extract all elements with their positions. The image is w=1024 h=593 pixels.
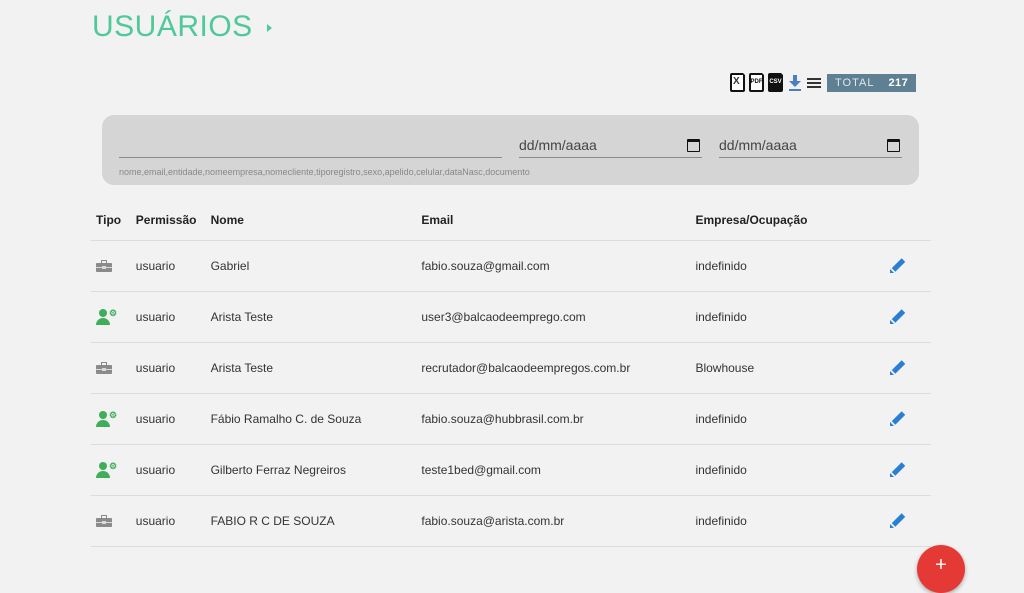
date-from-input[interactable]: dd/mm/aaaa (519, 133, 702, 158)
cell-permissao: usuario (135, 444, 211, 496)
date-to-input[interactable]: dd/mm/aaaa (719, 133, 902, 158)
header-email[interactable]: Email (421, 200, 696, 241)
edit-icon[interactable] (889, 308, 907, 326)
date-to-placeholder: dd/mm/aaaa (719, 137, 797, 153)
total-value: 217 (888, 76, 909, 89)
table-row[interactable]: ⚙ usuario Gilberto Ferraz Negreiros teste1b… (91, 444, 931, 496)
edit-icon[interactable] (889, 410, 907, 428)
cell-nome: Arista Teste (210, 342, 422, 394)
cell-permissao: usuario (135, 240, 211, 292)
cell-email: fabio.souza@hubbrasil.com.br (421, 393, 696, 445)
header-empresa[interactable]: Empresa/Ocupação (695, 200, 890, 241)
edit-icon[interactable] (889, 512, 907, 530)
person-icon: ⚙ (96, 462, 117, 478)
cell-email: user3@balcaodeemprego.com (421, 291, 696, 343)
calendar-icon[interactable] (887, 138, 900, 152)
cell-nome: Gabriel (210, 240, 422, 292)
cell-actions (889, 291, 931, 343)
table-row[interactable]: usuario Arista Teste recrutador@balcaodeem… (91, 342, 931, 394)
cell-empresa: indefinido (695, 240, 890, 292)
cell-tipo (91, 240, 136, 292)
table-row[interactable]: ⚙ usuario Arista Teste user3@balcaodeempreg… (91, 291, 931, 343)
cell-tipo (91, 495, 136, 547)
cell-tipo: ⚙ (91, 393, 136, 445)
header-tipo[interactable]: Tipo (91, 200, 136, 241)
users-table: Tipo Permissão Nome Email Empresa/Ocupaç… (91, 200, 931, 547)
briefcase-icon (96, 260, 112, 272)
cell-email: teste1bed@gmail.com (421, 444, 696, 496)
table-header-row: Tipo Permissão Nome Email Empresa/Ocupaç… (91, 200, 931, 241)
filter-panel: dd/mm/aaaa dd/mm/aaaa nome,email,entidad… (102, 115, 919, 185)
search-input[interactable] (119, 133, 502, 158)
page-header: USUÁRIOS (92, 10, 272, 44)
cell-permissao: usuario (135, 393, 211, 445)
edit-icon[interactable] (889, 461, 907, 479)
cell-email: fabio.souza@arista.com.br (421, 495, 696, 547)
cell-actions (889, 240, 931, 292)
person-icon: ⚙ (96, 309, 117, 325)
edit-icon[interactable] (889, 359, 907, 377)
cell-tipo: ⚙ (91, 444, 136, 496)
header-actions (889, 200, 931, 241)
pdf-export-icon[interactable]: PDF (749, 71, 766, 92)
cell-empresa: indefinido (695, 444, 890, 496)
add-user-button[interactable]: + (917, 545, 965, 593)
search-hint: nome,email,entidade,nomeempresa,nomeclie… (119, 167, 530, 177)
download-icon[interactable] (789, 74, 801, 92)
calendar-icon[interactable] (687, 138, 700, 152)
cell-nome: Arista Teste (210, 291, 422, 343)
total-badge: TOTAL 217 (827, 73, 917, 92)
export-toolbar: X PDF CSV TOTAL 217 (730, 71, 917, 92)
cell-empresa: Blowhouse (695, 342, 890, 394)
cell-email: fabio.souza@gmail.com (421, 240, 696, 292)
briefcase-icon (96, 362, 112, 374)
cell-permissao: usuario (135, 495, 211, 547)
cell-empresa: indefinido (695, 291, 890, 343)
table-row[interactable]: usuario FABIO R C DE SOUZA fabio.souza@ari… (91, 495, 931, 547)
cell-tipo: ⚙ (91, 291, 136, 343)
cell-empresa: indefinido (695, 495, 890, 547)
person-icon: ⚙ (96, 411, 117, 427)
cell-nome: FABIO R C DE SOUZA (210, 495, 422, 547)
cell-empresa: indefinido (695, 393, 890, 445)
cell-nome: Fábio Ramalho C. de Souza (210, 393, 422, 445)
cell-actions (889, 444, 931, 496)
list-menu-icon[interactable] (807, 76, 821, 90)
cell-actions (889, 495, 931, 547)
date-from-placeholder: dd/mm/aaaa (519, 137, 597, 153)
plus-icon: + (935, 554, 947, 576)
header-permissao[interactable]: Permissão (135, 200, 211, 241)
cell-actions (889, 393, 931, 445)
cell-permissao: usuario (135, 291, 211, 343)
excel-export-icon[interactable]: X (730, 71, 747, 92)
table-row[interactable]: ⚙ usuario Fábio Ramalho C. de Souza fabio.s… (91, 393, 931, 445)
csv-export-icon[interactable]: CSV (768, 71, 785, 92)
table-row[interactable]: usuario Gabriel fabio.souza@gmail.com indef… (91, 240, 931, 292)
total-label: TOTAL (835, 76, 875, 89)
cell-permissao: usuario (135, 342, 211, 394)
cell-email: recrutador@balcaodeempregos.com.br (421, 342, 696, 394)
cell-nome: Gilberto Ferraz Negreiros (210, 444, 422, 496)
header-nome[interactable]: Nome (210, 200, 422, 241)
cell-tipo (91, 342, 136, 394)
chevron-right-icon[interactable] (266, 24, 272, 32)
edit-icon[interactable] (889, 257, 907, 275)
cell-actions (889, 342, 931, 394)
page-title: USUÁRIOS (92, 10, 253, 43)
briefcase-icon (96, 515, 112, 527)
